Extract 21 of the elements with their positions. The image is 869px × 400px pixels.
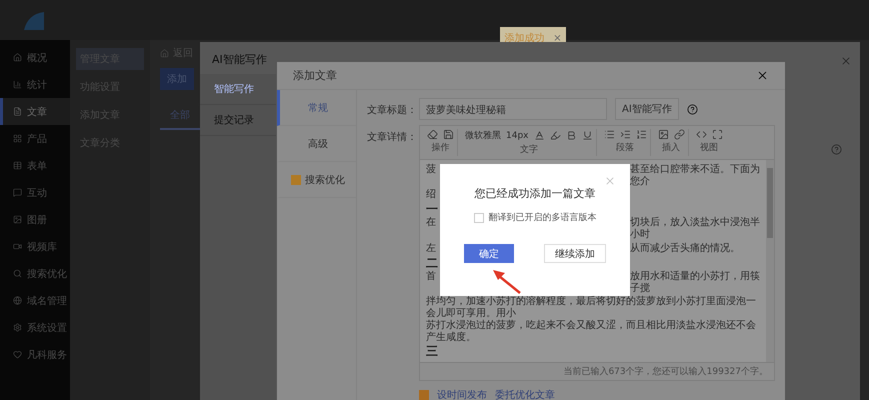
paragraph-text: 拌均匀，加速小苏打的溶解程度，最后将切好的菠萝放到小苏打里面浸泡一会儿即可享用。用小 xyxy=(426,296,757,320)
paragraph-text: 甚至给口腔带来不适。下面为您介 xyxy=(630,164,760,188)
checkbox-label: 翻译到已开启的多语言版本 xyxy=(488,212,596,224)
paragraph-text: 绍 xyxy=(426,189,437,202)
field-label: 文章标题： xyxy=(367,104,418,118)
paragraph-text: 在 xyxy=(426,217,437,230)
paragraph-text: 菠 xyxy=(426,164,437,176)
field-label: 文章详情： xyxy=(367,130,418,145)
confirm-message: 您已经成功添加一篇文章 xyxy=(474,186,596,201)
paragraph-text: 从而减少舌头痛的情况。 xyxy=(630,242,741,255)
paragraph-text: 放用水和适量的小苏打，用筷子搅 xyxy=(630,270,760,295)
heading-text: 一 xyxy=(426,202,439,216)
panel-title: AI智能写作 xyxy=(212,52,267,68)
paragraph-text: 切块后，放入淡盐水中浸泡半小时 xyxy=(630,217,760,242)
toast-message: 添加成功 xyxy=(504,32,544,45)
paragraph-text: 苏打水浸泡过的菠萝，吃起来不会又酸又涩，而且相比用淡盐水浸泡还不会产生咸度。 xyxy=(426,320,757,344)
paragraph-text: 首 xyxy=(426,270,437,283)
heading-text: 二 xyxy=(426,256,439,270)
paragraph-text: 左 xyxy=(426,242,437,255)
heading-text: 三 xyxy=(426,344,439,358)
dialog-title: 添加文章 xyxy=(293,68,337,83)
